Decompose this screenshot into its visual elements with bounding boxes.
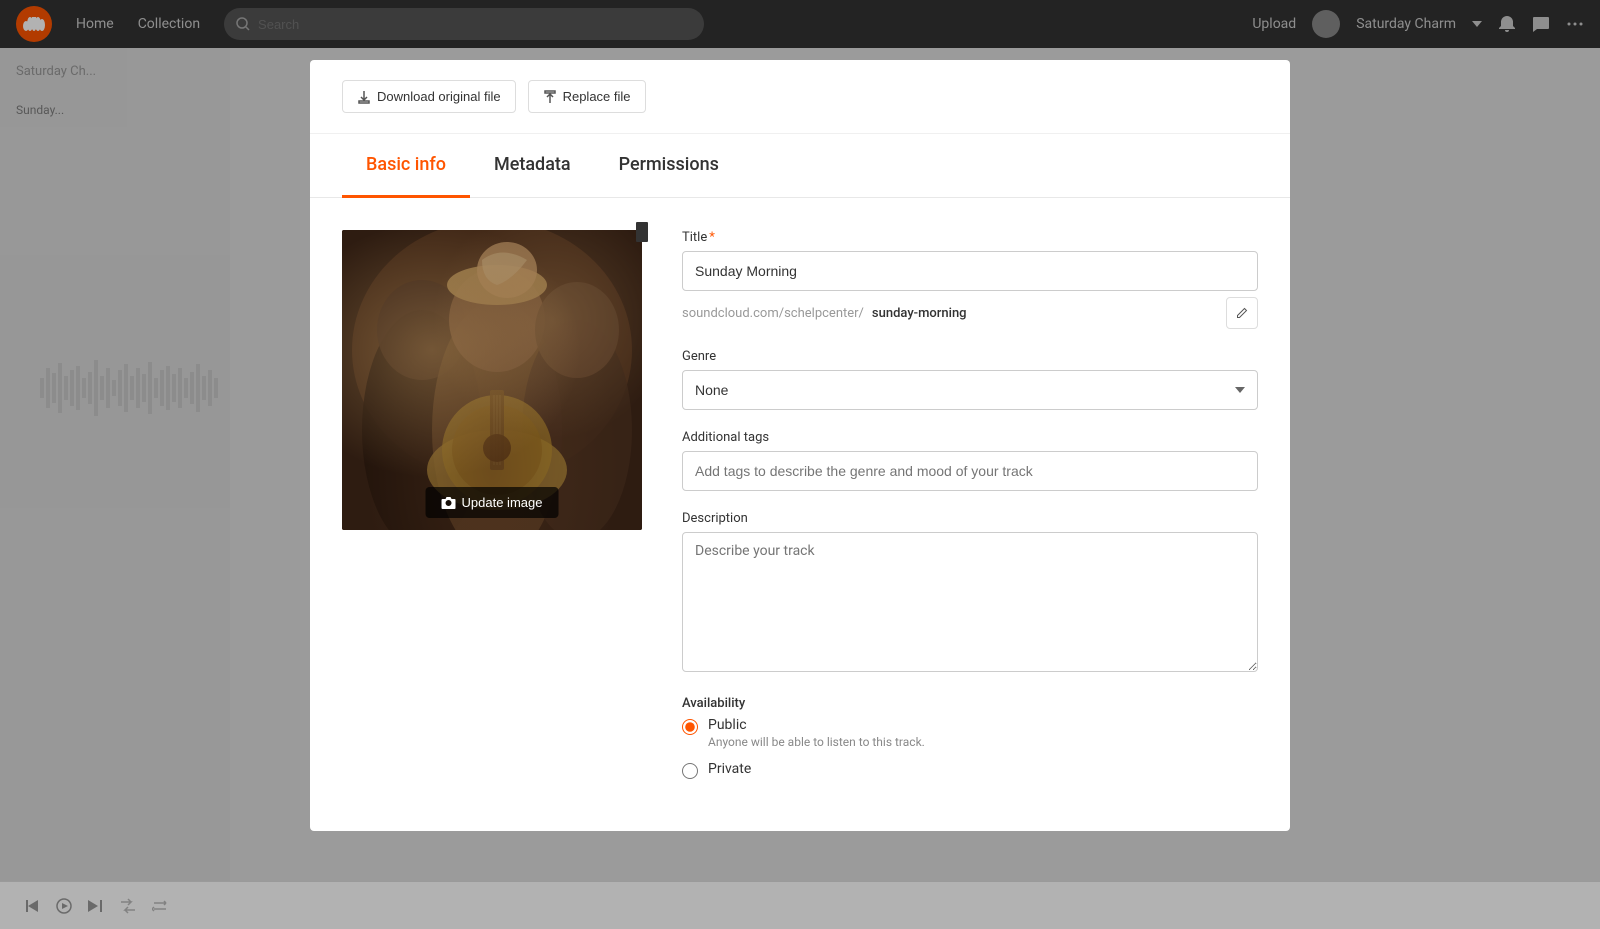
availability-label: Availability xyxy=(682,696,1258,711)
modal-overlay: Download original file Replace file Basi… xyxy=(0,0,1600,929)
public-radio[interactable] xyxy=(682,719,698,735)
public-option[interactable]: Public Anyone will be able to listen to … xyxy=(682,717,1258,749)
url-row: soundcloud.com/schelpcenter/sunday-morni… xyxy=(682,297,1258,329)
tab-basic-info[interactable]: Basic info xyxy=(342,134,470,198)
description-textarea[interactable] xyxy=(682,532,1258,672)
public-label: Public xyxy=(708,717,925,733)
form-section: Title* soundcloud.com/schelpcenter/sunda… xyxy=(682,230,1258,799)
title-field-group: Title* soundcloud.com/schelpcenter/sunda… xyxy=(682,230,1258,329)
private-label: Private xyxy=(708,761,751,777)
url-slug: sunday-morning xyxy=(872,306,967,321)
edit-icon xyxy=(1236,307,1248,319)
url-base: soundcloud.com/schelpcenter/ xyxy=(682,306,864,321)
tab-bar: Basic info Metadata Permissions xyxy=(310,134,1290,198)
description-label: Description xyxy=(682,511,1258,526)
artwork-svg xyxy=(342,230,642,530)
track-artwork: Update image xyxy=(342,230,642,530)
title-input[interactable] xyxy=(682,251,1258,291)
description-field-group: Description xyxy=(682,511,1258,676)
title-label: Title* xyxy=(682,230,1258,245)
url-edit-button[interactable] xyxy=(1226,297,1258,329)
track-edit-modal: Download original file Replace file Basi… xyxy=(310,60,1290,831)
tab-metadata[interactable]: Metadata xyxy=(470,134,595,198)
private-option[interactable]: Private xyxy=(682,761,1258,779)
tags-field-group: Additional tags xyxy=(682,430,1258,491)
download-original-button[interactable]: Download original file xyxy=(342,80,516,113)
private-radio[interactable] xyxy=(682,763,698,779)
title-required-marker: * xyxy=(709,230,715,245)
replace-icon xyxy=(543,90,557,104)
public-sublabel: Anyone will be able to listen to this tr… xyxy=(708,735,925,749)
modal-toolbar: Download original file Replace file xyxy=(310,60,1290,134)
tags-label: Additional tags xyxy=(682,430,1258,445)
image-section: Update image xyxy=(342,230,642,799)
tags-input[interactable] xyxy=(682,451,1258,491)
camera-icon xyxy=(442,497,456,509)
genre-label: Genre xyxy=(682,349,1258,364)
replace-file-button[interactable]: Replace file xyxy=(528,80,646,113)
tab-permissions[interactable]: Permissions xyxy=(595,134,743,198)
genre-field-group: Genre None Alternative Rock Ambient Clas… xyxy=(682,349,1258,410)
genre-select[interactable]: None Alternative Rock Ambient Classical … xyxy=(682,370,1258,410)
download-icon xyxy=(357,90,371,104)
modal-body: Update image Title* soundcloud.com/schel… xyxy=(310,198,1290,831)
update-image-button[interactable]: Update image xyxy=(426,487,559,518)
availability-group: Availability Public Anyone will be able … xyxy=(682,696,1258,779)
